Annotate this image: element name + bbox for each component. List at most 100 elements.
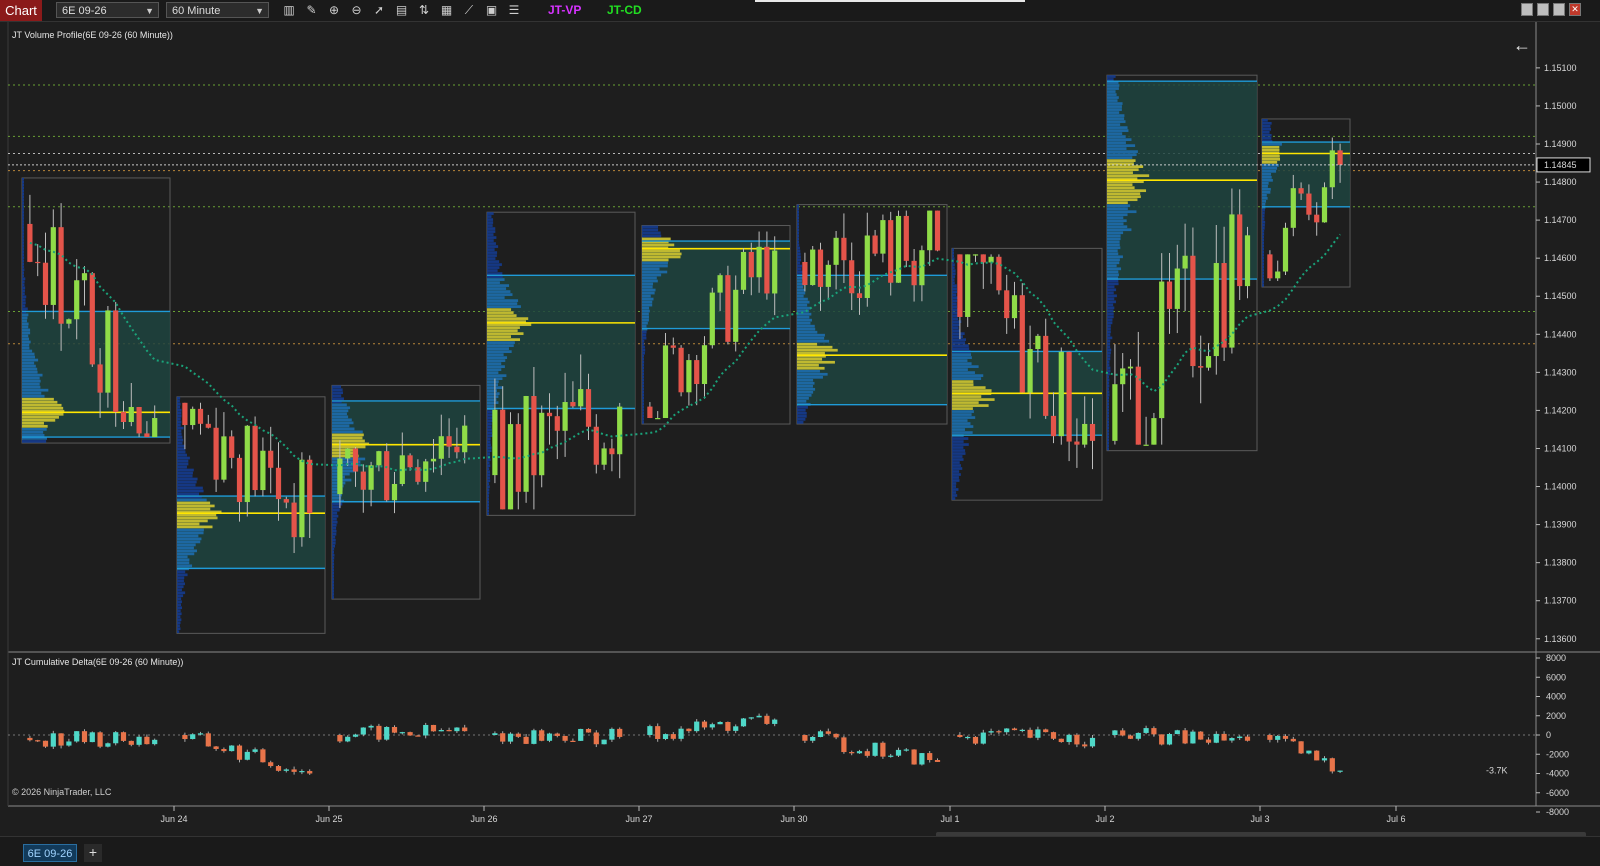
candle-body (856, 293, 863, 298)
volume-bar (22, 250, 24, 253)
zoom-in-icon[interactable]: ⊕ (325, 2, 343, 19)
volume-bar (177, 558, 190, 562)
delta-body (717, 721, 723, 725)
delta-body (205, 733, 211, 747)
volume-bar (487, 404, 494, 408)
pointer-icon[interactable]: ➚ (370, 2, 388, 19)
volume-bar (487, 491, 490, 495)
volume-bar (22, 412, 64, 416)
candle-body (972, 254, 979, 256)
volume-bar (332, 578, 334, 581)
indicator-button-jt-vp[interactable]: JT-VP (548, 2, 581, 19)
delta-body (554, 733, 560, 736)
volume-bar (1262, 235, 1264, 239)
tab-6e-09-26[interactable]: 6E 09-26 (23, 844, 77, 862)
volume-bar (1262, 121, 1272, 125)
delta-body (1275, 735, 1281, 740)
volume-bar (797, 297, 808, 301)
delta-body (748, 717, 754, 719)
delta-body (1166, 734, 1173, 745)
last-price-label: 1.14845 (1544, 160, 1577, 170)
delta-body (709, 724, 715, 728)
volume-bar (952, 440, 964, 443)
volume-bar (642, 390, 644, 394)
volume-bar (1107, 411, 1109, 415)
volume-bar (177, 516, 218, 520)
volume-bar (797, 204, 799, 208)
volume-bar (1107, 174, 1150, 178)
volume-bar (1262, 262, 1264, 266)
delta-body (260, 749, 266, 763)
delta-body (1314, 750, 1320, 761)
candle-body (1066, 351, 1072, 442)
volume-bar (952, 380, 974, 383)
zoom-out-icon[interactable]: ⊖ (348, 2, 366, 19)
delta-body (415, 735, 421, 737)
volume-bar (177, 456, 190, 460)
volume-bar (1107, 261, 1120, 265)
properties-icon[interactable]: ☰ (505, 2, 523, 19)
volume-bar (952, 416, 976, 419)
volume-bar (487, 509, 489, 513)
copyright-text: © 2026 NinjaTrader, LLC (12, 787, 112, 797)
volume-bar (177, 471, 193, 475)
volume-bar (487, 236, 497, 239)
delta-body (833, 733, 839, 738)
volume-bar (1107, 108, 1122, 111)
price-tick-label: 1.13700 (1544, 596, 1577, 606)
volume-bar (22, 376, 40, 380)
close-icon[interactable]: ✕ (1569, 3, 1581, 16)
indicator-button-jt-cd[interactable]: JT-CD (607, 2, 642, 19)
instrument-selector[interactable]: 6E 09-26 ▼ (56, 2, 159, 18)
data-box-icon[interactable]: ▤ (393, 2, 411, 19)
bar-type-icon[interactable]: ▥ (280, 2, 298, 19)
add-tab-button[interactable]: + (84, 844, 102, 862)
volume-bar (332, 590, 334, 593)
candle-body (1159, 281, 1165, 419)
candle-body (345, 448, 351, 459)
volume-bar (642, 369, 644, 373)
candle-body (903, 215, 909, 261)
volume-bar (1107, 150, 1138, 153)
bar-count-icon[interactable]: ▦ (438, 2, 456, 19)
candle-body (1298, 188, 1304, 194)
volume-bar (952, 317, 959, 321)
chart-canvas[interactable]: 1.15100 1.15000 1.14900 1.14800 1.14700 1.146… (0, 22, 1600, 836)
pencil-icon[interactable]: ✎ (303, 2, 321, 19)
volume-bar (177, 555, 188, 559)
delta-body (1198, 731, 1204, 740)
candle-body (500, 409, 506, 510)
delta-body (182, 735, 188, 740)
delta-body (384, 726, 390, 740)
volume-bar (642, 402, 644, 406)
restore-icon[interactable] (1537, 3, 1549, 16)
volume-bar (332, 511, 338, 515)
price-tick-label: 1.15100 (1544, 63, 1577, 73)
volume-bar (1107, 393, 1110, 397)
volume-bar (487, 389, 497, 393)
volume-bar (1107, 132, 1123, 135)
volume-bar (642, 228, 659, 232)
candle-body (507, 424, 514, 510)
interval-selector[interactable]: 60 Minute ▼ (166, 2, 269, 18)
volume-bar (22, 259, 24, 263)
volume-bar (1107, 222, 1124, 226)
delta-body (578, 728, 584, 741)
volume-bar (642, 231, 661, 235)
volume-bar (642, 306, 650, 310)
candle-body (1314, 214, 1320, 223)
delta-body (430, 724, 437, 732)
volume-bar (332, 427, 355, 431)
back-arrow-icon[interactable]: ← (1513, 35, 1531, 56)
volume-bar (952, 422, 971, 425)
template-icon[interactable]: ▣ (483, 2, 501, 19)
minimize-icon[interactable] (1521, 3, 1533, 16)
maximize-icon[interactable] (1553, 3, 1565, 16)
delta-body (1050, 732, 1057, 739)
volume-bar (642, 297, 654, 301)
volume-bar (177, 546, 194, 550)
price-tick-label: 1.14000 (1544, 482, 1577, 492)
chart-trader-icon[interactable]: ⇅ (415, 2, 433, 19)
drawing-tools-icon[interactable]: ⟋ (460, 2, 478, 19)
volume-bar (22, 406, 64, 410)
